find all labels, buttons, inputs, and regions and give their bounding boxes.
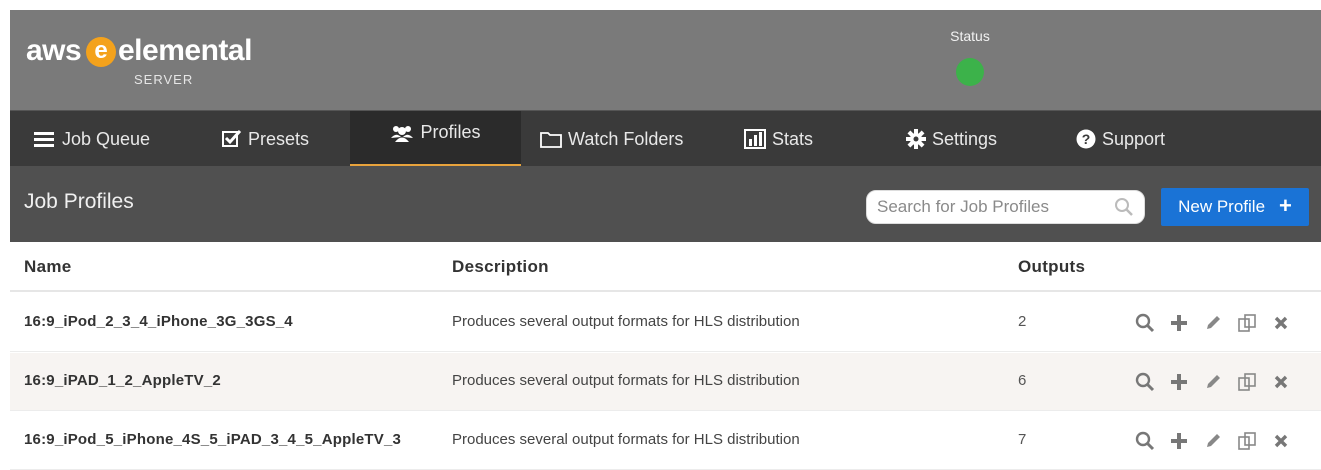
nav-item-job-queue[interactable]: Job Queue bbox=[34, 111, 150, 167]
top-header: aws e elemental SERVER Status bbox=[10, 10, 1321, 110]
table-row[interactable]: 16:9_iPod_5_iPhone_4S_5_iPAD_3_4_5_Apple… bbox=[10, 412, 1321, 470]
delete-icon[interactable] bbox=[1264, 310, 1298, 336]
users-icon bbox=[390, 124, 414, 142]
logo-elemental-text: elemental bbox=[118, 34, 252, 67]
column-header-description[interactable]: Description bbox=[452, 257, 549, 277]
gear-icon bbox=[906, 129, 926, 149]
add-icon[interactable] bbox=[1162, 428, 1196, 454]
edit-icon[interactable] bbox=[1196, 369, 1230, 395]
delete-icon[interactable] bbox=[1264, 428, 1298, 454]
new-profile-button[interactable]: New Profile + bbox=[1161, 188, 1309, 226]
nav-item-presets[interactable]: Presets bbox=[222, 111, 309, 167]
search-input[interactable] bbox=[877, 195, 1107, 219]
bar-chart-icon bbox=[744, 129, 766, 149]
copy-icon[interactable] bbox=[1230, 310, 1264, 336]
nav-item-profiles[interactable]: Profiles bbox=[350, 111, 521, 167]
edit-icon[interactable] bbox=[1196, 428, 1230, 454]
nav-label: Watch Folders bbox=[568, 128, 684, 149]
logo-aws-text: aws bbox=[26, 34, 82, 67]
profile-description: Produces several output formats for HLS … bbox=[452, 372, 800, 389]
folder-icon bbox=[540, 130, 562, 148]
profile-outputs: 6 bbox=[1018, 372, 1027, 389]
table-row[interactable]: 16:9_iPAD_1_2_AppleTV_2 Produces several… bbox=[10, 353, 1321, 411]
nav-item-support[interactable]: ? Support bbox=[1076, 111, 1165, 167]
logo-server-text: SERVER bbox=[134, 72, 194, 87]
profile-outputs: 2 bbox=[1018, 313, 1027, 330]
add-icon[interactable] bbox=[1162, 310, 1196, 336]
status-ok-icon bbox=[956, 58, 984, 86]
profile-description: Produces several output formats for HLS … bbox=[452, 431, 800, 448]
column-header-name[interactable]: Name bbox=[24, 257, 72, 277]
edit-icon[interactable] bbox=[1196, 310, 1230, 336]
profile-outputs: 7 bbox=[1018, 431, 1027, 448]
nav-item-stats[interactable]: Stats bbox=[744, 111, 813, 167]
app-frame: aws e elemental SERVER Status Job Queue … bbox=[10, 10, 1321, 470]
nav-label: Profiles bbox=[420, 122, 481, 142]
list-icon bbox=[34, 131, 56, 147]
column-header-outputs[interactable]: Outputs bbox=[1018, 257, 1085, 277]
new-profile-label: New Profile bbox=[1178, 197, 1266, 216]
copy-icon[interactable] bbox=[1230, 428, 1264, 454]
nav-item-settings[interactable]: Settings bbox=[906, 111, 997, 167]
search-box bbox=[866, 190, 1145, 224]
view-icon[interactable] bbox=[1128, 310, 1162, 336]
profile-name[interactable]: 16:9_iPod_5_iPhone_4S_5_iPAD_3_4_5_Apple… bbox=[24, 431, 401, 448]
delete-icon[interactable] bbox=[1264, 369, 1298, 395]
svg-text:?: ? bbox=[1082, 131, 1091, 147]
nav-label: Support bbox=[1102, 128, 1166, 149]
status-indicator: Status bbox=[928, 28, 1012, 86]
table-header: Name Description Outputs bbox=[10, 242, 1321, 292]
nav-label: Stats bbox=[772, 128, 814, 149]
table-row[interactable]: 16:9_iPod_2_3_4_iPhone_3G_3GS_4 Produces… bbox=[10, 294, 1321, 352]
page-title: Job Profiles bbox=[24, 190, 134, 213]
copy-icon[interactable] bbox=[1230, 369, 1264, 395]
main-nav: Job Queue Presets Profiles Watch Folders… bbox=[10, 110, 1321, 167]
status-label: Status bbox=[950, 28, 990, 44]
aws-elemental-logo[interactable]: aws e elemental SERVER bbox=[26, 30, 286, 90]
question-icon: ? bbox=[1076, 129, 1096, 149]
search-icon[interactable] bbox=[1114, 197, 1134, 222]
checkbox-icon bbox=[222, 130, 242, 148]
row-actions bbox=[1128, 310, 1298, 336]
row-actions bbox=[1128, 369, 1298, 395]
add-icon[interactable] bbox=[1162, 369, 1196, 395]
profile-name[interactable]: 16:9_iPod_2_3_4_iPhone_3G_3GS_4 bbox=[24, 313, 293, 330]
section-header: Job Profiles New Profile + bbox=[10, 166, 1321, 242]
plus-icon: + bbox=[1279, 193, 1292, 218]
view-icon[interactable] bbox=[1128, 428, 1162, 454]
row-actions bbox=[1128, 428, 1298, 454]
profile-description: Produces several output formats for HLS … bbox=[452, 313, 800, 330]
nav-item-watch-folders[interactable]: Watch Folders bbox=[540, 111, 683, 167]
view-icon[interactable] bbox=[1128, 369, 1162, 395]
nav-label: Presets bbox=[248, 128, 310, 149]
logo-e-mark: e bbox=[86, 37, 116, 67]
profile-name[interactable]: 16:9_iPAD_1_2_AppleTV_2 bbox=[24, 372, 221, 389]
nav-label: Settings bbox=[932, 128, 998, 149]
nav-label: Job Queue bbox=[62, 128, 151, 149]
